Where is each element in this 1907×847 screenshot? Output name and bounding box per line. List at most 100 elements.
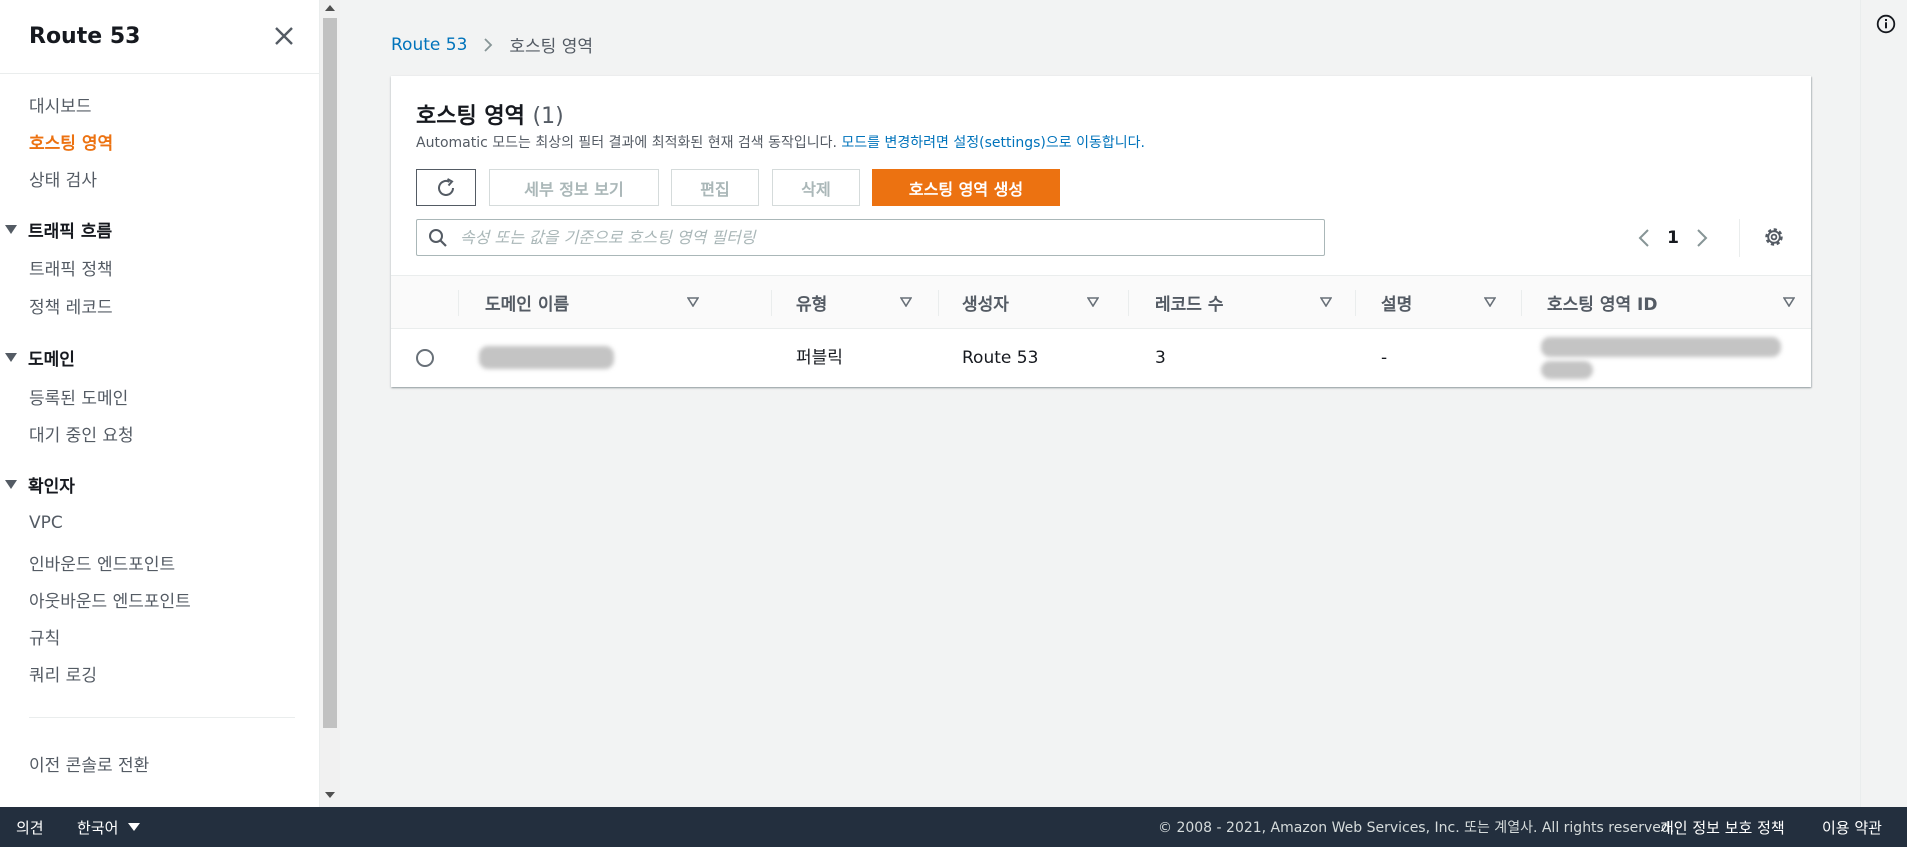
sidebar-header: Route 53 [0,0,319,74]
switch-console-link[interactable]: 이전 콘솔로 전환 [29,751,149,776]
sidebar-item-pending-requests[interactable]: 대기 중인 요청 [29,421,134,446]
cell-description: - [1381,348,1388,368]
row-select-radio[interactable] [416,349,434,367]
footer: 의견 한국어 © 2008 - 2021, Amazon Web Service… [0,807,1907,847]
column-header-label: 레코드 수 [1155,294,1224,315]
caret-down-icon [128,823,141,831]
column-header-domain-name[interactable]: 도메인 이름 [485,276,700,328]
chevron-right-icon [484,37,493,52]
sidebar-item-vpc[interactable]: VPC [29,513,63,533]
sidebar-item-policy-records[interactable]: 정책 레코드 [29,293,113,318]
sidebar-item-outbound-endpoints[interactable]: 아웃바운드 엔드포인트 [29,587,191,612]
chevron-left-icon [1638,229,1649,247]
column-header-description[interactable]: 설명 [1381,276,1496,328]
sidebar-title[interactable]: Route 53 [29,24,140,49]
search-icon [429,228,447,247]
language-label: 한국어 [77,818,119,837]
redacted-hosted-zone-id-cont [1541,361,1593,379]
sort-caret-icon [1783,297,1795,307]
info-icon[interactable] [1876,14,1896,34]
chevron-right-icon [1697,229,1708,247]
sidebar-item-traffic-policies[interactable]: 트래픽 정책 [29,255,113,280]
sidebar-item-health-checks[interactable]: 상태 검사 [29,166,97,191]
column-header-label: 설명 [1381,294,1413,315]
terms-link[interactable]: 이용 약관 [1822,807,1882,847]
help-panel-divider [1860,0,1861,807]
edit-button[interactable]: 편집 [671,169,759,206]
previous-page-button[interactable] [1631,223,1657,253]
cell-type: 퍼블릭 [796,347,843,368]
description-text: Automatic 모드는 최상의 필터 결과에 최적화된 현재 검색 동작입니… [416,135,837,151]
refresh-button[interactable] [416,169,476,206]
caret-down-icon [5,353,17,362]
column-separator [1521,290,1522,316]
settings-link[interactable]: 모드를 변경하려면 설정(settings)으로 이동합니다. [841,135,1145,151]
hosted-zone-count: (1) [532,104,564,129]
caret-down-icon [5,225,17,234]
scroll-down-icon[interactable] [325,792,335,798]
cell-record-count: 3 [1155,348,1166,368]
pagination-divider [1739,219,1740,257]
column-header-creator[interactable]: 생성자 [962,276,1099,328]
sidebar-section-traffic-flow[interactable]: 트래픽 흐름 [5,217,112,242]
panel-description: Automatic 모드는 최상의 필터 결과에 최적화된 현재 검색 동작입니… [416,132,1145,152]
sort-caret-icon [687,297,699,307]
sidebar-scrollbar[interactable] [320,0,340,807]
sidebar-item-rules[interactable]: 규칙 [29,624,60,649]
sidebar-section-label: 확인자 [28,477,75,497]
breadcrumb-route53[interactable]: Route 53 [391,35,467,55]
column-header-label: 도메인 이름 [485,294,570,315]
table-row[interactable]: 퍼블릭 Route 53 3 - [391,329,1811,387]
column-header-type[interactable]: 유형 [796,276,912,328]
sidebar-section-resolver[interactable]: 확인자 [5,472,75,497]
sidebar-divider [29,717,295,718]
column-header-label: 유형 [796,294,828,315]
column-header-record-count[interactable]: 레코드 수 [1155,276,1335,328]
sort-caret-icon [1484,297,1496,307]
sidebar-item-registered-domains[interactable]: 등록된 도메인 [29,384,128,409]
cell-creator: Route 53 [962,348,1039,368]
sort-caret-icon [1087,297,1099,307]
view-details-button[interactable]: 세부 정보 보기 [489,169,659,206]
delete-button[interactable]: 삭제 [772,169,860,206]
filter-input[interactable] [460,228,1320,247]
scroll-up-icon[interactable] [325,5,335,11]
feedback-link[interactable]: 의견 [16,807,44,847]
hosted-zones-panel: 호스팅 영역 (1) Automatic 모드는 최상의 필터 결과에 최적화된… [391,76,1811,387]
breadcrumb: Route 53 호스팅 영역 [391,32,593,58]
table-header: 도메인 이름 유형 생성자 레코드 수 설명 호스팅 영역 ID [391,275,1811,329]
scrollbar-thumb[interactable] [323,18,337,728]
sidebar-item-inbound-endpoints[interactable]: 인바운드 엔드포인트 [29,550,175,575]
column-header-label: 호스팅 영역 ID [1547,294,1658,315]
gear-icon[interactable] [1761,224,1787,250]
copyright-text: © 2008 - 2021, Amazon Web Services, Inc.… [1158,820,1675,836]
column-separator [458,290,459,316]
privacy-policy-link[interactable]: 개인 정보 보호 정책 [1660,807,1785,847]
page-title: 호스팅 영역 (1) [416,98,564,130]
close-icon[interactable] [272,22,296,50]
column-header-hosted-zone-id[interactable]: 호스팅 영역 ID [1547,276,1797,328]
sidebar-item-hosted-zones[interactable]: 호스팅 영역 [29,129,113,154]
breadcrumb-current: 호스팅 영역 [509,37,593,57]
sort-caret-icon [1320,297,1332,307]
create-hosted-zone-button[interactable]: 호스팅 영역 생성 [872,169,1060,206]
redacted-hosted-zone-id [1541,337,1781,357]
sidebar-section-domains[interactable]: 도메인 [5,345,75,370]
column-separator [771,290,772,316]
refresh-icon [438,177,454,196]
panel-title-text: 호스팅 영역 [416,104,525,129]
language-selector[interactable]: 한국어 [77,807,141,847]
caret-down-icon [5,480,17,489]
current-page-number[interactable]: 1 [1657,228,1689,248]
column-separator [1355,290,1356,316]
pagination: 1 [1631,223,1715,253]
sidebar-item-dashboard[interactable]: 대시보드 [29,92,92,117]
next-page-button[interactable] [1689,223,1715,253]
column-header-label: 생성자 [962,294,1009,315]
column-separator [1128,290,1129,316]
sidebar-section-label: 트래픽 흐름 [28,222,113,242]
filter-search-box [416,219,1325,256]
redacted-domain-name[interactable] [479,346,614,369]
side-navigation: Route 53 대시보드 호스팅 영역 상태 검사 트래픽 흐름 트래픽 정책… [0,0,320,807]
sidebar-item-query-logging[interactable]: 쿼리 로깅 [29,661,97,686]
